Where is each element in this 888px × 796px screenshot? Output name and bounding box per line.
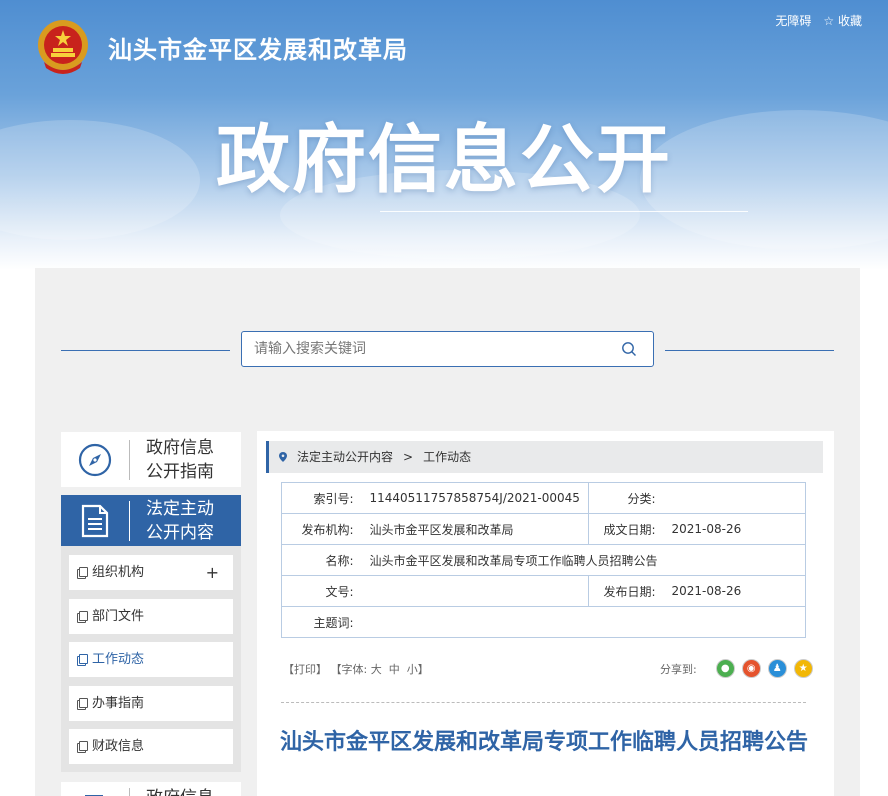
print-link[interactable]: 【打印】 [283,663,327,676]
written-date-value: 2021-08-26 [665,513,806,545]
category-value [665,482,806,514]
share-bar: 分享到: ● ◉ ♟ ★ [660,659,813,678]
sidebar-item-work-news[interactable]: 工作动态 [69,642,233,677]
publish-date-label: 发布日期: [588,575,666,607]
star-icon: ☆ [823,14,838,28]
national-emblem-icon [38,20,88,74]
category-label: 分类: [588,482,666,514]
location-pin-icon [279,452,287,462]
expand-icon[interactable]: + [206,555,219,590]
sidebar-item-label: 财政信息 [92,739,145,754]
compass-icon [78,443,112,476]
wechat-share-icon[interactable]: ● [715,659,735,678]
sidebar-item-organization[interactable]: 组织机构 + [69,555,233,590]
font-size-suffix: 】 [417,663,429,676]
search-line-left [61,350,230,351]
docno-value [363,575,589,607]
favorite-link[interactable]: ☆ 收藏 [823,12,862,29]
name-value: 汕头市金平区发展和改革局专项工作临聘人员招聘公告 [363,544,806,576]
document-icon [79,654,88,664]
search-line-right [665,350,834,351]
table-row: 索引号: 11440511757858754J/2021-00045 分类: [281,482,806,514]
publisher-label: 发布机构: [281,513,364,545]
sidebar-item-service-guide[interactable]: 办事指南 [69,686,233,721]
sidebar-item-label: 组织机构 [92,565,145,580]
docno-label: 文号: [281,575,364,607]
article-tools: 【打印】 【字体: 大 中 小】 [283,661,429,677]
font-large-link[interactable]: 大 [371,663,382,676]
guide-line2: 公开指南 [146,461,214,482]
publish-date-value: 2021-08-26 [665,575,806,607]
index-value: 11440511757858754J/2021-00045 [363,482,589,514]
font-medium-link[interactable]: 中 [389,663,400,676]
table-row: 主题词: [281,606,806,638]
top-links: 无障碍 ☆ 收藏 [775,12,862,29]
sidebar-item-finance[interactable]: 财政信息 [69,729,233,764]
index-label: 索引号: [281,482,364,514]
subject-value [363,606,806,638]
table-row: 发布机构: 汕头市金平区发展和改革局 成文日期: 2021-08-26 [281,513,806,545]
divider [129,439,130,480]
subject-label: 主题词: [281,606,364,638]
document-icon [79,741,88,751]
sidebar-item-label: 工作动态 [92,652,145,667]
metadata-table: 索引号: 11440511757858754J/2021-00045 分类: 发… [281,482,806,638]
banner-title: 政府信息公开 [216,117,672,203]
publisher-value: 汕头市金平区发展和改革局 [363,513,589,545]
breadcrumb: 法定主动公开内容 > 工作动态 [266,441,823,473]
search-icon[interactable] [621,341,637,357]
qq-share-icon[interactable]: ♟ [767,659,787,678]
breadcrumb-level2[interactable]: 工作动态 [423,450,471,464]
section-divider [281,702,806,703]
statutory-line2: 公开内容 [146,522,214,543]
document-icon [79,698,88,708]
sidebar-statutory-label: 法定主动 公开内容 [146,497,214,545]
sidebar-item-department-files[interactable]: 部门文件 [69,599,233,634]
search-box [241,331,654,367]
accessibility-link[interactable]: 无障碍 [775,12,811,29]
sidebar-guide-label: 政府信息 公开指南 [146,436,214,484]
sidebar-bottom-label: 政府信息 [146,782,214,796]
search-input[interactable] [242,332,602,366]
sidebar-item-guide[interactable]: 政府信息 公开指南 [61,432,241,487]
sidebar-item-statutory[interactable]: 法定主动 公开内容 [61,495,241,546]
header-banner: 汕头市金平区发展和改革局 无障碍 ☆ 收藏 政府信息公开 [0,0,888,270]
site-title[interactable]: 汕头市金平区发展和改革局 [108,30,408,65]
guide-line1: 政府信息 [146,437,214,458]
breadcrumb-level1[interactable]: 法定主动公开内容 [297,450,393,464]
banner-divider [380,211,748,212]
sidebar-item-bottom[interactable]: 政府信息 [61,782,241,796]
document-icon [85,795,103,796]
weibo-share-icon[interactable]: ◉ [741,659,761,678]
table-row: 文号: 发布日期: 2021-08-26 [281,575,806,607]
sidebar-item-label: 办事指南 [92,696,145,711]
breadcrumb-separator: > [403,450,414,464]
document-icon [79,611,88,621]
font-small-link[interactable]: 小 [407,663,418,676]
document-icon [81,504,109,537]
divider [129,788,130,796]
sidebar-submenu: 组织机构 + 部门文件 工作动态 办事指南 财政信息 [61,546,241,772]
written-date-label: 成文日期: [588,513,666,545]
qzone-share-icon[interactable]: ★ [793,659,813,678]
font-size-prefix: 【字体: [330,663,368,676]
share-label: 分享到: [660,662,697,676]
statutory-line1: 法定主动 [146,498,214,519]
favorite-label: 收藏 [837,14,862,28]
article-title: 汕头市金平区发展和改革局专项工作临聘人员招聘公告 [279,730,808,755]
document-icon [79,567,88,577]
table-row: 名称: 汕头市金平区发展和改革局专项工作临聘人员招聘公告 [281,544,806,576]
name-label: 名称: [281,544,364,576]
sidebar-item-label: 部门文件 [92,609,145,624]
divider [129,500,130,541]
